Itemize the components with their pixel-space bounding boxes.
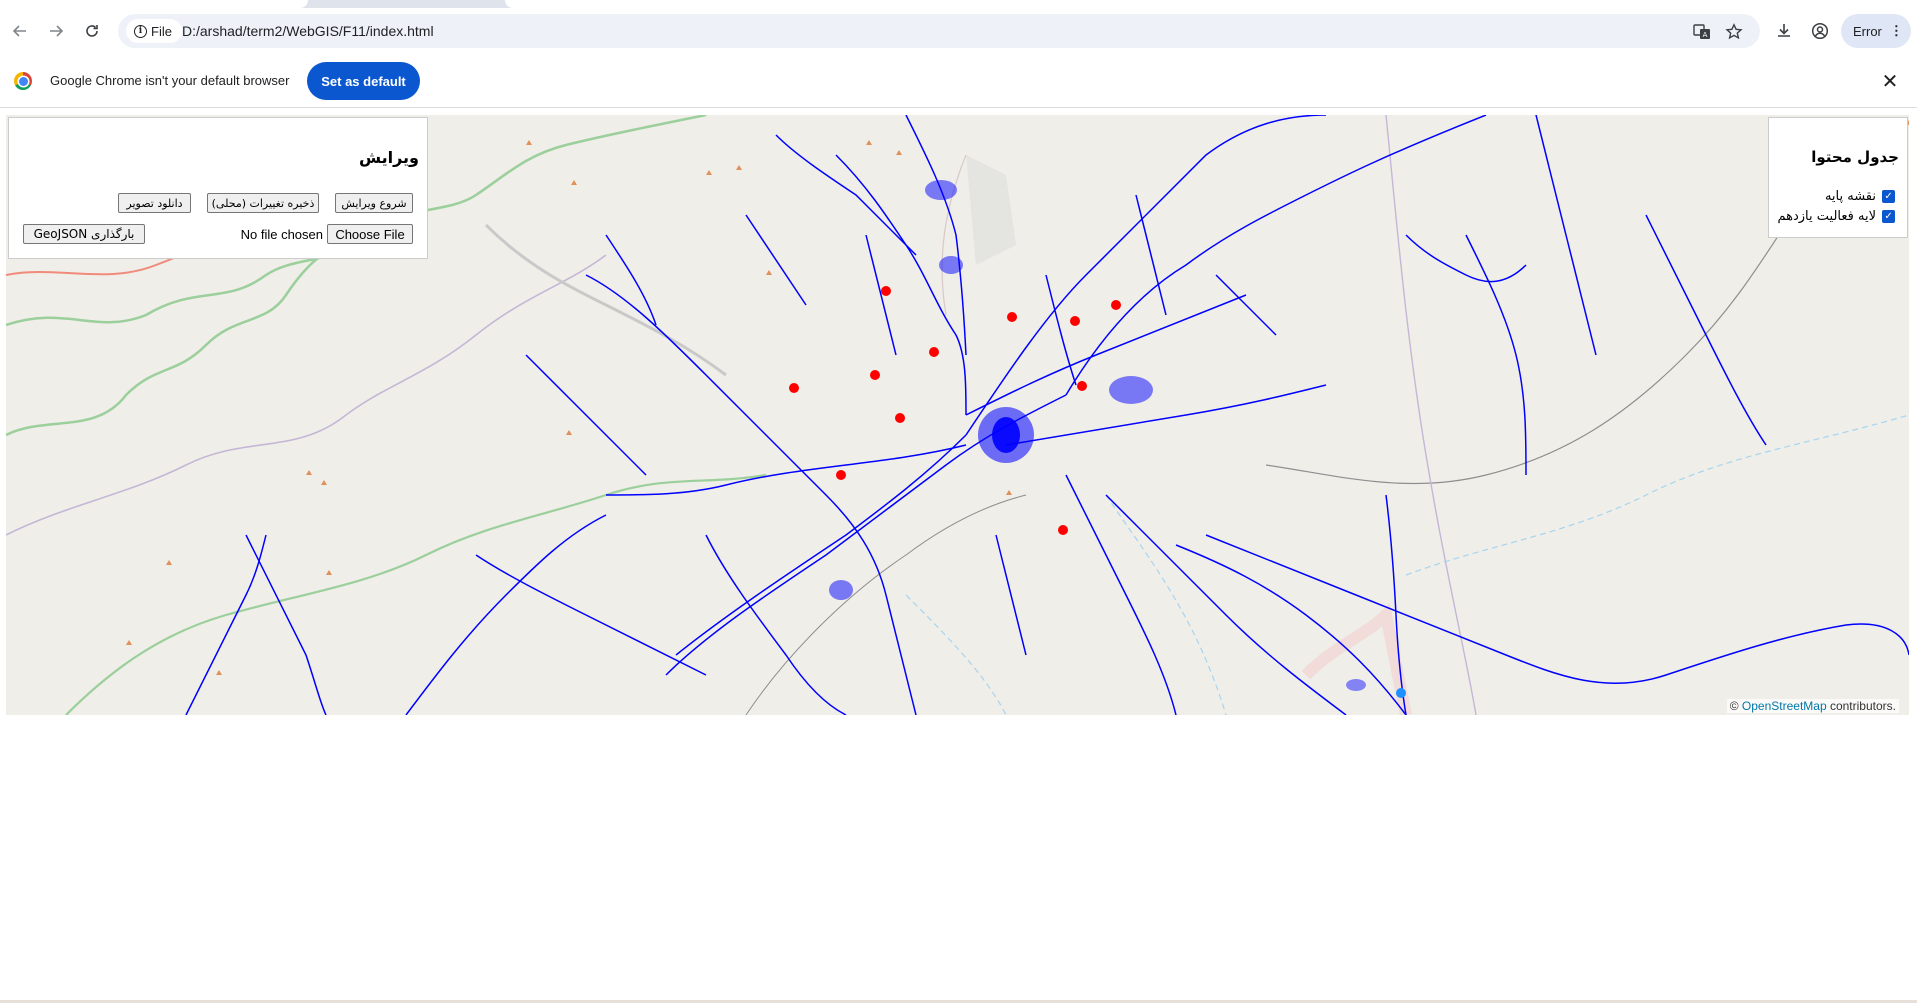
activity-point: [929, 347, 939, 357]
forward-arrow-icon[interactable]: [40, 15, 72, 47]
tab-active[interactable]: [0, 0, 308, 8]
activity-point: [836, 470, 846, 480]
layer-panel: جدول محتوا ✓ نقشه پایه ✓ لایه فعالیت یاز…: [1768, 117, 1908, 238]
no-file-chosen-label: No file chosen: [240, 227, 323, 242]
activity-point: [1070, 316, 1080, 326]
url-text[interactable]: D:/arshad/term2/WebGIS/F11/index.html: [182, 23, 434, 39]
layer-panel-title: جدول محتوا: [1811, 148, 1899, 166]
urban-area: [966, 155, 1016, 265]
save-local-button[interactable]: ذخیره تغییرات (محلی): [207, 193, 319, 213]
urban-area: [1301, 602, 1412, 715]
boundary-line: [65, 473, 767, 715]
road-line: [484, 223, 727, 377]
choose-file-button[interactable]: Choose File: [327, 224, 413, 244]
svg-text:A: A: [1703, 31, 1708, 39]
town-clusters: [829, 180, 1366, 691]
layer-label: لایه فعالیت یازدهم: [1777, 208, 1876, 224]
profile-status: Error: [1853, 23, 1882, 39]
location-marker: [1396, 688, 1406, 698]
close-icon[interactable]: ✕: [1878, 69, 1902, 93]
reload-icon[interactable]: [76, 15, 108, 47]
back-arrow-icon[interactable]: [4, 15, 36, 47]
basemap-checkbox[interactable]: ✓: [1882, 189, 1895, 203]
infobar-message: Google Chrome isn't your default browser: [50, 73, 290, 88]
start-edit-button[interactable]: شروع ویرایش: [335, 193, 413, 213]
browser-toolbar: i File D:/arshad/term2/WebGIS/F11/index.…: [0, 8, 1917, 54]
road-line: [1265, 194, 1807, 485]
tab-strip-area: [505, 0, 1917, 8]
kebab-menu-icon[interactable]: ⋮: [1890, 23, 1903, 39]
attribution-prefix: ©: [1729, 699, 1742, 713]
activity-point: [895, 413, 905, 423]
profile-error-chip[interactable]: Error ⋮: [1841, 14, 1911, 48]
info-icon: i: [134, 24, 147, 38]
activity-point: [870, 370, 880, 380]
boundary-line: [6, 233, 367, 437]
default-browser-infobar: Google Chrome isn't your default browser…: [0, 54, 1917, 108]
upload-geojson-button[interactable]: بارگذاری GeoJSON: [23, 224, 145, 244]
stream-line: [1405, 414, 1909, 576]
download-image-button[interactable]: دانلود تصویر: [118, 193, 191, 213]
activity-roads: [185, 115, 1909, 715]
star-icon[interactable]: [1723, 21, 1745, 43]
address-bar[interactable]: i File D:/arshad/term2/WebGIS/F11/index.…: [118, 14, 1760, 48]
profile-icon[interactable]: [1806, 17, 1834, 45]
osm-link[interactable]: OpenStreetMap: [1742, 699, 1827, 713]
activity-point: [1111, 300, 1121, 310]
activity-points: [789, 286, 1121, 535]
boundary-line: [6, 254, 607, 536]
activity-point: [1007, 312, 1017, 322]
site-info-label: File: [151, 23, 172, 39]
activity-point: [881, 286, 891, 296]
layer-row-activity[interactable]: ✓ لایه فعالیت یازدهم: [1777, 208, 1895, 224]
layer-row-basemap[interactable]: ✓ نقشه پایه: [1825, 188, 1895, 204]
set-as-default-button[interactable]: Set as default: [307, 62, 420, 100]
edit-panel-title: ویرایش: [358, 148, 419, 167]
chrome-logo-icon: [14, 72, 32, 90]
edit-panel: ویرایش شروع ویرایش ذخیره تغییرات (محلی) …: [8, 117, 428, 259]
stream-line: [905, 594, 1007, 715]
attribution-suffix: contributors.: [1826, 699, 1896, 713]
tab-strip: [0, 0, 1917, 8]
site-info-chip[interactable]: i File: [126, 19, 182, 43]
activity-point: [1058, 525, 1068, 535]
activity-point: [789, 383, 799, 393]
activity-layer-checkbox[interactable]: ✓: [1882, 209, 1895, 223]
road-line: [745, 494, 1027, 715]
activity-point: [1077, 381, 1087, 391]
layer-label: نقشه پایه: [1824, 188, 1876, 204]
download-icon[interactable]: [1770, 17, 1798, 45]
translate-icon[interactable]: A: [1691, 21, 1713, 43]
map-attribution: © OpenStreetMap contributors.: [1726, 699, 1899, 713]
